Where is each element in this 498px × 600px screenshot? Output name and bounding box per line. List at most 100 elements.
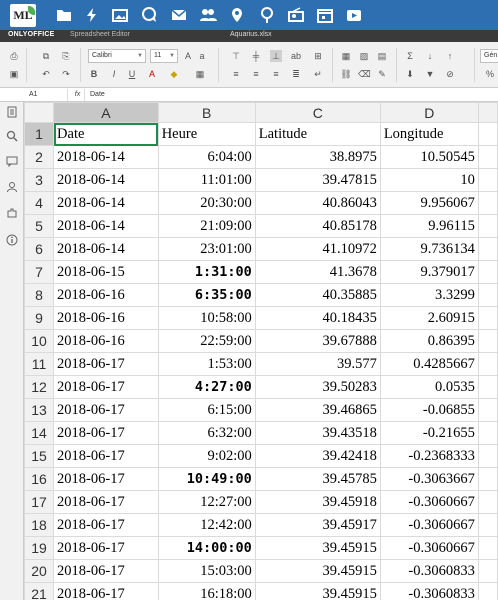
table-cell[interactable]: Heure <box>157 122 256 146</box>
font-color-icon[interactable]: A <box>146 68 158 80</box>
table-cell[interactable]: 16:18:00 <box>157 582 256 600</box>
row-header[interactable]: 1 <box>24 122 55 146</box>
table-cell[interactable]: 0.86395 <box>379 329 479 353</box>
search-icon[interactable] <box>6 129 18 142</box>
table-cell[interactable] <box>477 145 498 169</box>
user-icon[interactable] <box>6 180 18 193</box>
align-top-icon[interactable]: ⊤ <box>230 50 242 62</box>
table-cell[interactable]: -0.3060667 <box>379 490 479 514</box>
link-icon[interactable]: ⛓ <box>340 68 352 80</box>
image-icon[interactable] <box>111 6 129 24</box>
wrap-text-icon[interactable]: ↵ <box>312 68 324 80</box>
table-cell[interactable]: 2018-06-14 <box>53 145 159 169</box>
table-cell[interactable]: 39.45785 <box>254 467 381 491</box>
filter-icon[interactable]: ▼ <box>424 68 436 80</box>
table-cell[interactable] <box>477 582 498 600</box>
align-left-icon[interactable]: ≡ <box>230 68 242 80</box>
table-cell[interactable]: 22:59:00 <box>157 329 256 353</box>
cell-name-box[interactable]: A1 <box>26 89 68 101</box>
sort-asc-icon[interactable]: ↓ <box>424 50 436 62</box>
table-cell[interactable]: 2018-06-16 <box>53 329 159 353</box>
table-cell[interactable]: Latitude <box>254 122 381 146</box>
table-cell[interactable]: 40.85178 <box>254 214 381 238</box>
table-cell[interactable]: 2018-06-17 <box>53 467 159 491</box>
fill-color-icon[interactable]: ◆ <box>168 68 180 80</box>
pin-icon[interactable] <box>228 6 246 24</box>
function-icon[interactable]: fx <box>71 89 85 101</box>
table-cell[interactable]: 12:27:00 <box>157 490 256 514</box>
insert-table-icon[interactable]: ▦ <box>340 50 352 62</box>
fill-icon[interactable]: ⬇ <box>404 68 416 80</box>
column-header-c[interactable]: C <box>254 102 381 123</box>
copy-icon[interactable]: ⧉ <box>40 50 52 62</box>
table-cell[interactable]: -0.3060833 <box>379 582 479 600</box>
table-cell[interactable]: -0.3063667 <box>379 467 479 491</box>
radio-icon[interactable] <box>287 6 305 24</box>
save-icon[interactable]: ▣ <box>8 68 20 80</box>
table-cell[interactable]: 6:15:00 <box>157 398 256 422</box>
row-header[interactable]: 7 <box>24 260 55 284</box>
table-cell[interactable] <box>477 191 498 215</box>
mail-icon[interactable] <box>170 6 188 24</box>
people-icon[interactable] <box>199 6 217 24</box>
table-cell[interactable]: 39.46865 <box>254 398 381 422</box>
table-cell[interactable]: 21:09:00 <box>157 214 256 238</box>
align-middle-icon[interactable]: ╪ <box>250 50 262 62</box>
row-header[interactable]: 10 <box>24 329 55 353</box>
file-icon[interactable] <box>6 105 18 118</box>
table-cell[interactable]: -0.2368333 <box>379 444 479 468</box>
table-cell[interactable]: 2.60915 <box>379 306 479 330</box>
table-cell[interactable] <box>477 513 498 537</box>
chat-icon[interactable] <box>140 6 158 24</box>
bold-icon[interactable]: B <box>88 68 100 80</box>
text-orientation-icon[interactable]: ab <box>290 50 302 62</box>
sort-desc-icon[interactable]: ↑ <box>444 50 456 62</box>
table-cell[interactable] <box>477 283 498 307</box>
borders-icon[interactable]: ▦ <box>194 68 206 80</box>
calendar-icon[interactable] <box>316 6 334 24</box>
row-header[interactable]: 15 <box>24 444 55 468</box>
table-cell[interactable]: 6:35:00 <box>157 283 256 307</box>
row-header[interactable]: 2 <box>24 145 55 169</box>
font-name-select[interactable]: Calibri ▼ <box>88 49 146 63</box>
table-cell[interactable]: 2018-06-17 <box>53 444 159 468</box>
table-cell[interactable] <box>477 122 498 146</box>
table-cell[interactable] <box>477 237 498 261</box>
table-cell[interactable] <box>477 352 498 376</box>
select-all-corner[interactable] <box>24 102 55 123</box>
table-cell[interactable]: 2018-06-14 <box>53 214 159 238</box>
comments-icon[interactable] <box>6 154 18 168</box>
plugins-icon[interactable] <box>6 206 18 218</box>
font-shrink-icon[interactable]: a <box>196 50 208 62</box>
table-cell[interactable] <box>477 375 498 399</box>
table-cell[interactable]: 39.577 <box>254 352 381 376</box>
table-cell[interactable]: -0.3060833 <box>379 559 479 583</box>
table-cell[interactable] <box>477 214 498 238</box>
spreadsheet-grid[interactable]: A B C D 1 Date Heure Latitude Longitude 2 2018… <box>24 102 498 600</box>
comment-icon[interactable]: ✎ <box>376 68 388 80</box>
table-cell[interactable]: 10:49:00 <box>157 467 256 491</box>
table-cell[interactable]: 14:00:00 <box>157 536 256 560</box>
table-cell[interactable]: 9.96115 <box>379 214 479 238</box>
row-header[interactable]: 6 <box>24 237 55 261</box>
row-header[interactable]: 17 <box>24 490 55 514</box>
align-bottom-icon[interactable]: ⊥ <box>270 50 282 62</box>
location-icon[interactable] <box>258 6 276 24</box>
table-cell[interactable]: 0.0535 <box>379 375 479 399</box>
table-cell[interactable]: Longitude <box>379 122 479 146</box>
table-cell[interactable]: 9:02:00 <box>157 444 256 468</box>
row-header[interactable]: 8 <box>24 283 55 307</box>
table-cell[interactable]: 9.736134 <box>379 237 479 261</box>
insert-image-icon[interactable]: ▨ <box>358 50 370 62</box>
table-cell[interactable]: -0.06855 <box>379 398 479 422</box>
table-cell[interactable]: 39.45915 <box>254 559 381 583</box>
row-header[interactable]: 19 <box>24 536 55 560</box>
table-cell[interactable]: 2018-06-16 <box>53 306 159 330</box>
table-cell[interactable]: 41.10972 <box>254 237 381 261</box>
table-cell[interactable]: 23:01:00 <box>157 237 256 261</box>
table-cell[interactable]: -0.3060667 <box>379 513 479 537</box>
table-cell[interactable] <box>477 329 498 353</box>
table-cell[interactable]: 0.4285667 <box>379 352 479 376</box>
row-header[interactable]: 13 <box>24 398 55 422</box>
font-grow-icon[interactable]: A <box>182 50 194 62</box>
